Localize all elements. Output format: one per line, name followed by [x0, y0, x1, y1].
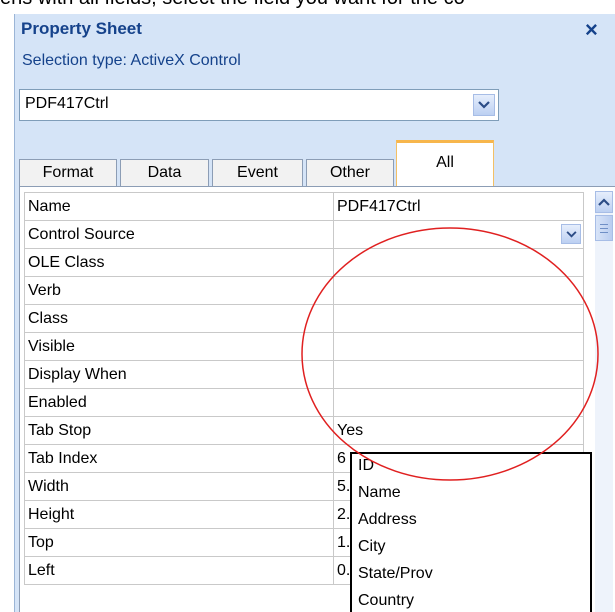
- property-row[interactable]: Verb: [24, 276, 584, 305]
- chevron-down-icon[interactable]: [473, 94, 495, 116]
- property-name: Control Source: [24, 220, 334, 249]
- property-sheet-pane: Property Sheet × Selection type: ActiveX…: [14, 14, 615, 612]
- property-grid: Name PDF417Ctrl Control Source OLE Class Ver…: [19, 186, 615, 612]
- scrollbar-thumb[interactable]: [595, 215, 613, 241]
- tab-all[interactable]: All: [396, 140, 494, 186]
- field-option[interactable]: City: [358, 538, 386, 556]
- property-name: Visible: [24, 332, 334, 361]
- caption-text: ens with all fields, select the field yo…: [0, 0, 615, 9]
- property-name: Left: [24, 556, 334, 585]
- property-row[interactable]: OLE Class: [24, 248, 584, 277]
- object-selector-combo[interactable]: PDF417Ctrl: [19, 89, 499, 121]
- tab-format[interactable]: Format: [19, 159, 117, 186]
- property-name: Name: [24, 192, 334, 221]
- tab-data[interactable]: Data: [120, 159, 209, 186]
- property-name: Class: [24, 304, 334, 333]
- tab-other[interactable]: Other: [306, 159, 394, 186]
- field-option[interactable]: State/Prov: [358, 565, 433, 583]
- property-value[interactable]: [333, 276, 584, 305]
- object-selector-value: PDF417Ctrl: [25, 95, 109, 112]
- property-value-text: 6: [337, 449, 346, 467]
- property-name: Display When: [24, 360, 334, 389]
- tab-event[interactable]: Event: [212, 159, 303, 186]
- scroll-up-icon[interactable]: [595, 191, 613, 213]
- field-option[interactable]: Country: [358, 592, 414, 610]
- property-value-text: Yes: [337, 421, 364, 439]
- property-value[interactable]: Yes: [333, 416, 584, 445]
- property-row[interactable]: Control Source: [24, 220, 584, 249]
- property-name: Height: [24, 500, 334, 529]
- property-name: OLE Class: [24, 248, 334, 277]
- property-row[interactable]: Enabled: [24, 388, 584, 417]
- field-option[interactable]: Name: [358, 484, 401, 502]
- vertical-scrollbar[interactable]: [595, 191, 613, 612]
- property-row[interactable]: Name PDF417Ctrl: [24, 192, 584, 221]
- selection-type-label: Selection type: ActiveX Control: [22, 52, 241, 69]
- field-list-dropdown[interactable]: IDNameAddressCityState/ProvCountryZip Co…: [350, 452, 592, 612]
- property-value[interactable]: [333, 388, 584, 417]
- property-name: Tab Stop: [24, 416, 334, 445]
- chevron-down-icon[interactable]: [561, 224, 581, 244]
- property-row[interactable]: Display When: [24, 360, 584, 389]
- title-bar: Property Sheet ×: [15, 14, 615, 48]
- property-row[interactable]: Visible: [24, 332, 584, 361]
- property-name: Verb: [24, 276, 334, 305]
- property-value[interactable]: PDF417Ctrl: [333, 192, 584, 221]
- property-row[interactable]: Class: [24, 304, 584, 333]
- property-value[interactable]: [333, 360, 584, 389]
- property-name: Tab Index: [24, 444, 334, 473]
- property-row[interactable]: Tab Stop Yes: [24, 416, 584, 445]
- property-value[interactable]: [333, 304, 584, 333]
- field-option[interactable]: ID: [358, 457, 374, 475]
- property-name: Width: [24, 472, 334, 501]
- close-icon[interactable]: ×: [585, 17, 598, 43]
- pane-title: Property Sheet: [21, 19, 142, 38]
- property-name: Top: [24, 528, 334, 557]
- property-name: Enabled: [24, 388, 334, 417]
- field-option[interactable]: Address: [358, 511, 417, 529]
- property-value-text: PDF417Ctrl: [337, 197, 421, 215]
- tab-strip: Format Data Event Other All: [19, 140, 615, 186]
- property-value[interactable]: [333, 220, 584, 249]
- property-value[interactable]: [333, 248, 584, 277]
- property-value[interactable]: [333, 332, 584, 361]
